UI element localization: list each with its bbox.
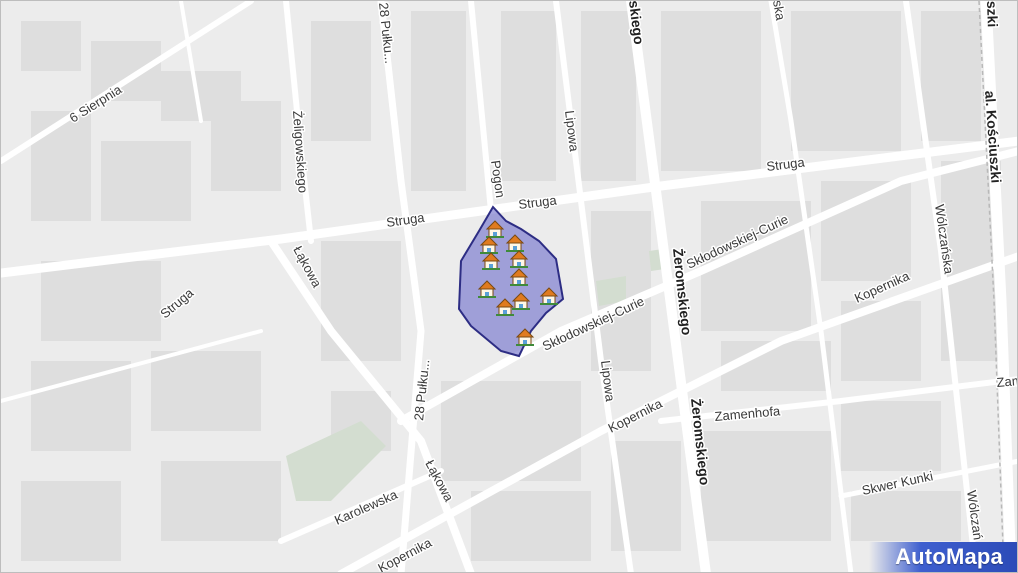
label-zam: Zam <box>996 373 1018 390</box>
brand-text: AutoMapa <box>895 544 1003 569</box>
map-canvas[interactable]: 6 Sierpnia 28 Pułku... Żeligowskiego Str… <box>1 1 1018 573</box>
label-kosciuszki-top: szki <box>984 1 1001 28</box>
automapa-logo: AutoMapa <box>869 542 1017 572</box>
map-view[interactable]: 6 Sierpnia 28 Pułku... Żeligowskiego Str… <box>0 0 1018 573</box>
